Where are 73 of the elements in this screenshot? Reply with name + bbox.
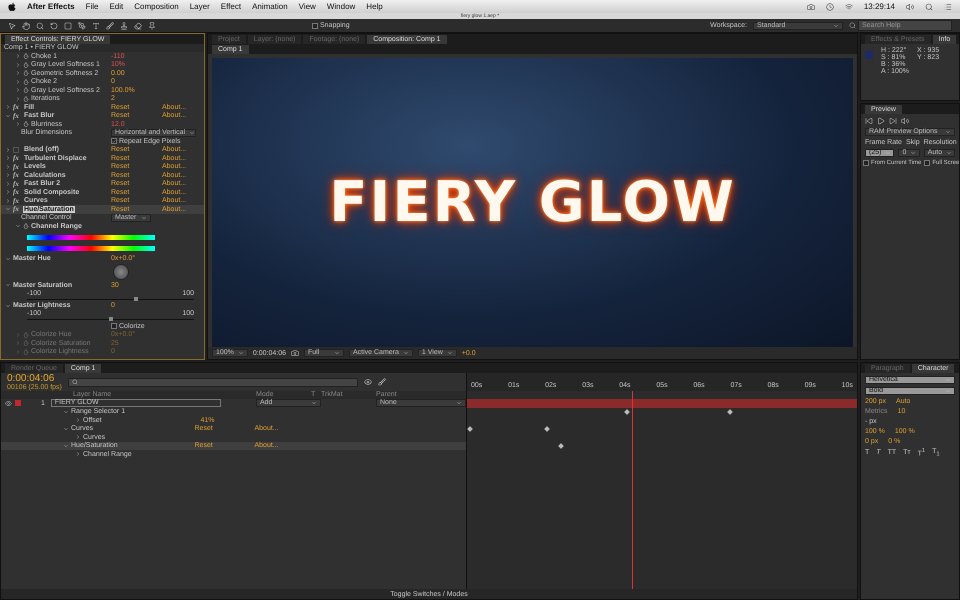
rectangle-icon[interactable] (64, 22, 72, 30)
pin-icon[interactable] (148, 22, 156, 30)
keyframe-icon[interactable] (544, 426, 550, 432)
stopwatch-icon[interactable] (23, 70, 29, 76)
slider-thumb[interactable] (134, 296, 138, 300)
volume-icon[interactable] (906, 2, 914, 10)
checkbox-box[interactable] (924, 160, 930, 166)
visibility-icon[interactable] (364, 378, 372, 386)
menu-item[interactable]: Window (326, 2, 356, 11)
eraser-icon[interactable] (134, 22, 142, 30)
menu-item[interactable]: Edit (109, 2, 124, 11)
audio-icon[interactable] (901, 117, 909, 125)
caret-icon[interactable] (238, 350, 244, 356)
keyframe-icon[interactable] (727, 409, 734, 415)
stamp-icon[interactable] (120, 22, 128, 30)
camera-icon[interactable] (806, 2, 815, 10)
checkbox-box[interactable] (111, 323, 117, 330)
pen-icon[interactable] (78, 22, 86, 30)
clock-icon[interactable] (826, 2, 834, 10)
wifi-icon[interactable] (844, 2, 853, 10)
stopwatch-icon[interactable] (23, 78, 29, 85)
menu-item[interactable]: File (86, 2, 98, 11)
menu-clock[interactable]: 13:29:14 (864, 2, 895, 11)
stopwatch-icon[interactable] (23, 96, 29, 102)
caret-icon[interactable] (189, 130, 196, 136)
caret-icon[interactable] (311, 400, 317, 406)
search-icon[interactable] (925, 2, 933, 10)
checkbox-box[interactable] (312, 22, 318, 28)
keyframe-icon[interactable] (624, 409, 630, 415)
text-tool-icon[interactable] (92, 22, 100, 30)
stopwatch-icon[interactable] (23, 121, 29, 128)
current-time[interactable]: 0:00:04:06 (7, 373, 62, 384)
brush-icon[interactable] (106, 22, 114, 30)
angle-dial[interactable] (113, 264, 129, 280)
menu-item[interactable]: Effect (220, 2, 242, 11)
glowing-title: FIERY GLOW (329, 170, 736, 235)
caret-icon[interactable] (946, 150, 952, 156)
app-menu[interactable]: After Effects (27, 2, 75, 11)
keyframe-icon[interactable] (558, 443, 564, 449)
stopwatch-icon[interactable] (23, 53, 29, 60)
caret-icon[interactable] (833, 22, 839, 28)
checkbox-box[interactable] (111, 138, 117, 144)
stopwatch-icon[interactable] (23, 62, 29, 68)
checkmark-icon (112, 138, 116, 144)
caret-icon[interactable] (334, 350, 340, 356)
caret-icon[interactable] (141, 214, 147, 221)
play-icon[interactable] (877, 117, 885, 125)
layer-search-field[interactable] (68, 378, 358, 386)
first-frame-icon[interactable] (865, 117, 873, 125)
menu-item[interactable]: View (298, 2, 316, 11)
menu-item[interactable]: Animation (252, 2, 288, 11)
menu-item[interactable]: Composition (134, 2, 179, 11)
keyframe-icon[interactable] (467, 426, 473, 432)
caret-icon[interactable] (945, 129, 951, 135)
slider-thumb[interactable] (108, 317, 112, 321)
caret-icon[interactable] (456, 400, 462, 406)
menu-item[interactable]: Help (366, 2, 383, 11)
caret-icon[interactable] (910, 150, 916, 156)
caret-icon[interactable] (402, 350, 409, 356)
hand-icon[interactable] (22, 22, 30, 30)
last-frame-icon[interactable] (889, 117, 897, 125)
zoom-icon[interactable] (36, 22, 44, 30)
stopwatch-icon[interactable] (23, 87, 29, 94)
apple-logo-icon[interactable] (8, 2, 16, 11)
label-swatch[interactable] (15, 400, 21, 406)
menu-item[interactable]: Layer (190, 2, 210, 11)
checkbox-box[interactable] (863, 160, 869, 166)
stopwatch-icon[interactable] (23, 223, 29, 230)
list-icon[interactable] (944, 2, 952, 10)
pointer-icon[interactable] (8, 22, 16, 30)
rotate-icon[interactable] (50, 22, 58, 30)
caret-icon[interactable] (446, 350, 453, 356)
eye-icon[interactable] (5, 400, 12, 407)
